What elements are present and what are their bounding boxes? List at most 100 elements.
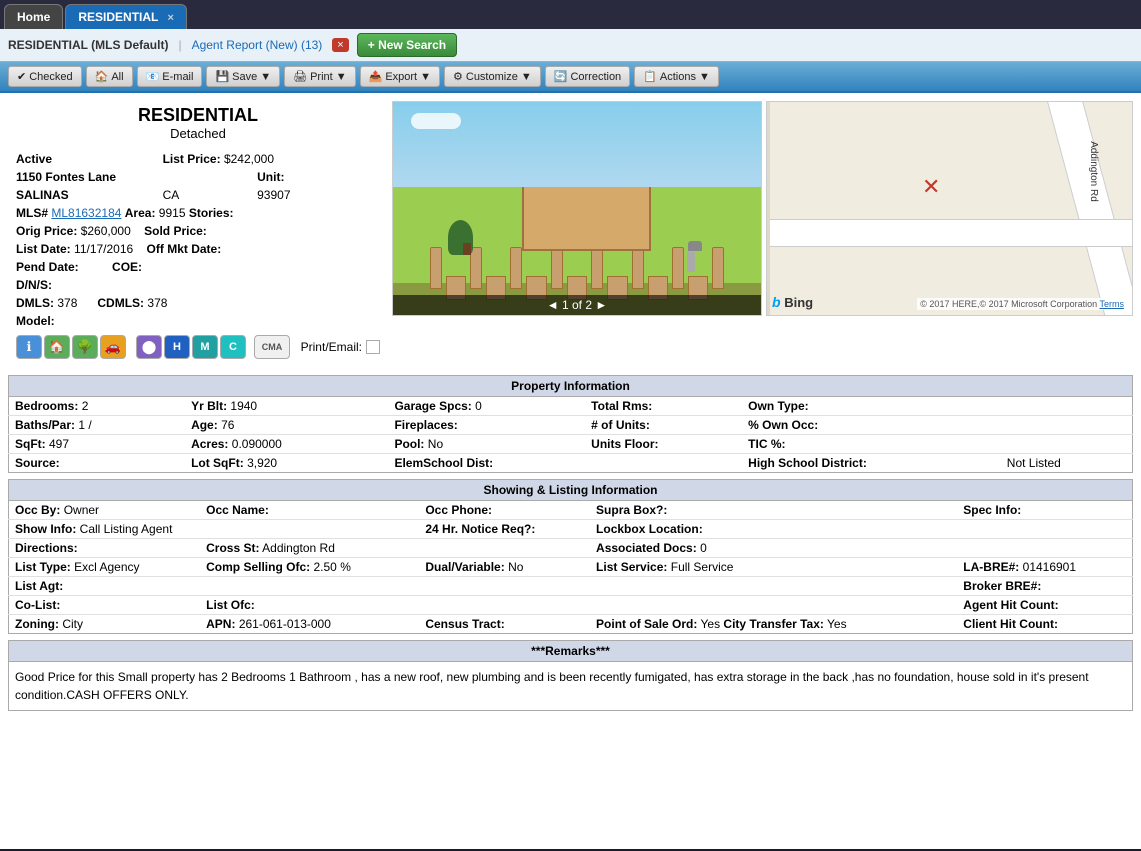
photo-nav[interactable]: ◄ 1 of 2 ►	[393, 295, 761, 315]
photo-scene	[393, 102, 761, 315]
print-email-checkbox[interactable]	[366, 340, 380, 354]
checked-button[interactable]: ✔ Checked	[8, 66, 82, 87]
apn-label: APN:	[206, 617, 235, 631]
print-button[interactable]: 🖨 Print ▼	[284, 66, 355, 87]
yr-blt-value: 1940	[230, 399, 257, 413]
email-button[interactable]: 📧 E-mail	[137, 66, 203, 87]
map-terms-link[interactable]: Terms	[1100, 299, 1125, 309]
tab-residential[interactable]: RESIDENTIAL ×	[65, 4, 187, 29]
save-label: Save	[232, 71, 257, 83]
tree-icon-btn[interactable]: 🌳	[72, 335, 98, 359]
garage-spcs-value: 0	[475, 399, 482, 413]
list-agt-label: List Agt:	[15, 579, 63, 593]
car-icon-btn[interactable]: 🚗	[100, 335, 126, 359]
list-date-label: List Date:	[16, 242, 71, 256]
home-icon-btn[interactable]: 🏠	[44, 335, 70, 359]
c-icon-btn[interactable]: C	[220, 335, 246, 359]
cdmls-label: CDMLS:	[97, 296, 144, 310]
map-placeholder: ✕ Addington Rd b Bing © 2017 HERE,© 2017…	[767, 102, 1132, 315]
property-photo: ◄ 1 of 2 ►	[392, 101, 762, 316]
correction-label: Correction	[570, 71, 621, 83]
cdmls-value: 378	[147, 296, 167, 310]
customize-label: Customize	[466, 71, 518, 83]
agent-report-link[interactable]: Agent Report (New) (13)	[192, 38, 323, 52]
print-dropdown-icon: ▼	[336, 71, 347, 83]
m-icon-btn[interactable]: M	[192, 335, 218, 359]
toolbar-row2: ✔ Checked 🏠 All 📧 E-mail 💾 Save ▼ 🖨 Prin…	[0, 62, 1141, 93]
high-school-label: High School District:	[748, 456, 867, 470]
new-search-button[interactable]: + New Search	[357, 33, 457, 57]
export-icon: 📤	[369, 70, 383, 83]
email-icon: 📧	[146, 70, 160, 83]
high-school-value: Not Listed	[1007, 456, 1061, 470]
purple-icon-btn[interactable]: ⬤	[136, 335, 162, 359]
directions-label: Directions:	[15, 541, 78, 555]
actions-button[interactable]: 📋 Actions ▼	[634, 66, 719, 87]
point-of-sale-value: Yes	[701, 617, 721, 631]
list-price-label: List Price:	[163, 152, 221, 166]
pend-date-label: Pend Date:	[16, 260, 79, 274]
all-icon: 🏠	[95, 70, 109, 83]
actions-label: Actions	[660, 71, 696, 83]
map-copyright: © 2017 HERE,© 2017 Microsoft Corporation…	[917, 298, 1127, 310]
zip-value: 93907	[257, 188, 290, 202]
export-button[interactable]: 📤 Export ▼	[360, 66, 440, 87]
list-service-label: List Service:	[596, 560, 667, 574]
list-type-label: List Type:	[15, 560, 71, 574]
remarks-header: ***Remarks***	[8, 640, 1133, 661]
close-report-button[interactable]: ×	[332, 38, 348, 52]
list-price-value: $242,000	[224, 152, 274, 166]
zoning-label: Zoning:	[15, 617, 59, 631]
broker-bre-label: Broker BRE#:	[963, 579, 1041, 593]
point-of-sale-label: Point of Sale Ord:	[596, 617, 697, 631]
save-icon: 💾	[215, 70, 229, 83]
of-units-label: # of Units:	[591, 418, 650, 432]
customize-dropdown-icon: ▼	[521, 71, 532, 83]
h-icon-btn[interactable]: H	[164, 335, 190, 359]
all-button[interactable]: 🏠 All	[86, 66, 133, 87]
la-bre-label: LA-BRE#:	[963, 560, 1019, 574]
checked-icon: ✔	[17, 70, 26, 83]
dmls-value: 378	[57, 296, 77, 310]
lot-sqft-label: Lot SqFt:	[191, 456, 244, 470]
table-row: Show Info: Call Listing Agent 24 Hr. Not…	[9, 520, 1133, 539]
sqft-label: SqFt:	[15, 437, 46, 451]
main-area: RESIDENTIAL (MLS Default) | Agent Report…	[0, 29, 1141, 849]
state-value: CA	[163, 188, 180, 202]
tic-pct-label: TIC %:	[748, 437, 785, 451]
save-button[interactable]: 💾 Save ▼	[206, 66, 280, 87]
cma-icon-btn[interactable]: CMA	[254, 335, 290, 359]
la-bre-value: 01416901	[1023, 560, 1076, 574]
print-email-group: Print/Email:	[301, 340, 380, 354]
agent-hit-label: Agent Hit Count:	[963, 598, 1058, 612]
mls-number-link[interactable]: ML81632184	[51, 206, 121, 220]
own-type-label: Own Type:	[748, 399, 808, 413]
actions-dropdown-icon: ▼	[699, 71, 710, 83]
comp-selling-label: Comp Selling Ofc:	[206, 560, 310, 574]
tab-close-icon[interactable]: ×	[167, 12, 173, 24]
export-label: Export	[385, 71, 417, 83]
customize-button[interactable]: ⚙ Customize ▼	[444, 66, 541, 87]
yr-blt-label: Yr Blt:	[191, 399, 227, 413]
occ-by-label: Occ By:	[15, 503, 60, 517]
bedrooms-value: 2	[82, 399, 89, 413]
map-box: ✕ Addington Rd b Bing © 2017 HERE,© 2017…	[766, 101, 1133, 316]
tab-home[interactable]: Home	[4, 4, 63, 29]
icon-group-center: ⬤ H M C	[136, 335, 246, 359]
info-icon-btn[interactable]: ℹ	[16, 335, 42, 359]
all-label: All	[111, 71, 123, 83]
assoc-docs-value: 0	[700, 541, 707, 555]
acres-value: 0.090000	[232, 437, 282, 451]
address-label: 1150 Fontes Lane	[16, 170, 116, 184]
table-row: Baths/Par: 1 / Age: 76 Fireplaces: # of …	[9, 416, 1133, 435]
list-date-value: 11/17/2016	[74, 242, 133, 256]
list-service-value: Full Service	[671, 560, 734, 574]
model-label: Model:	[16, 314, 55, 328]
hr24-label: 24 Hr. Notice Req?:	[425, 522, 535, 536]
checked-label: Checked	[29, 71, 72, 83]
tab-bar: Home RESIDENTIAL ×	[0, 0, 1141, 29]
apn-value: 261-061-013-000	[239, 617, 331, 631]
city-transfer-label: City Transfer Tax:	[723, 617, 823, 631]
correction-button[interactable]: 🔄 Correction	[545, 66, 630, 87]
print-icon: 🖨	[293, 70, 307, 83]
